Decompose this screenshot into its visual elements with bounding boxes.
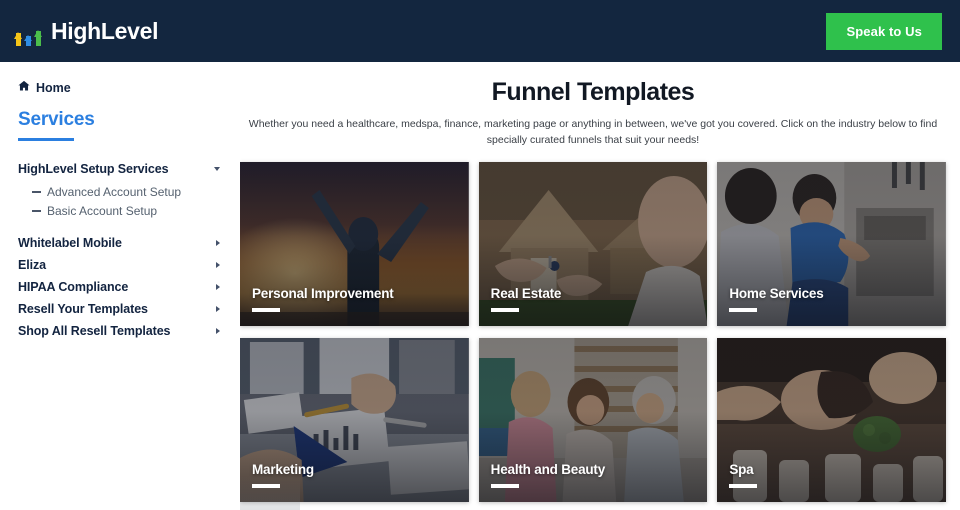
template-card-personal-improvement[interactable]: Personal Improvement xyxy=(240,161,469,326)
card-caption: Home Services xyxy=(729,285,824,312)
sidebar-item-label: Shop All Resell Templates xyxy=(18,324,171,338)
sidebar-item-whitelabel-mobile[interactable]: Whitelabel Mobile xyxy=(18,232,224,254)
template-card-health-and-beauty[interactable]: Health and Beauty xyxy=(478,337,708,502)
brand-logo[interactable]: HighLevel xyxy=(14,13,159,46)
card-title: Real Estate xyxy=(490,285,562,301)
sidebar-subitem-label: Advanced Account Setup xyxy=(47,184,182,199)
chevron-right-icon[interactable] xyxy=(216,328,220,334)
dash-icon xyxy=(32,190,41,193)
sidebar-item-eliza[interactable]: Eliza xyxy=(18,254,224,276)
sidebar-subitem-label: Basic Account Setup xyxy=(47,203,158,218)
template-card-spa[interactable]: Spa xyxy=(717,337,946,502)
sidebar-item-resell-your-templates[interactable]: Resell Your Templates xyxy=(18,298,224,320)
card-caption: Marketing xyxy=(252,462,314,488)
page-body: Home Services HighLevel Setup Services A… xyxy=(0,62,960,510)
chevron-right-icon[interactable] xyxy=(216,240,220,246)
card-underline xyxy=(490,307,519,312)
chevron-right-icon[interactable] xyxy=(216,284,220,290)
brand-name: HighLevel xyxy=(51,17,159,44)
sidebar-item-label: Resell Your Templates xyxy=(18,302,148,316)
breadcrumb-home-label: Home xyxy=(36,80,71,95)
page-title: Funnel Templates xyxy=(491,78,695,106)
sidebar-item-highlevel-setup-services[interactable]: HighLevel Setup Services xyxy=(18,158,224,180)
sidebar: Home Services HighLevel Setup Services A… xyxy=(0,62,240,510)
site-header: HighLevel Speak to Us xyxy=(0,0,960,62)
chevron-right-icon[interactable] xyxy=(216,306,220,312)
card-underline xyxy=(252,483,280,488)
card-title: Spa xyxy=(729,461,754,477)
chevron-down-icon[interactable] xyxy=(214,167,220,171)
chevron-right-icon[interactable] xyxy=(216,262,220,268)
sidebar-subnav-highlevel-setup-services: Advanced Account Setup Basic Account Set… xyxy=(18,182,224,220)
card-underline xyxy=(252,307,280,312)
card-underline xyxy=(729,483,758,488)
sidebar-section-title: Services xyxy=(18,109,95,130)
template-card-grid: Personal Improvement Real Estate Home Se… xyxy=(240,161,946,502)
sidebar-item-label: HIPAA Compliance xyxy=(18,280,129,294)
sidebar-title-underline xyxy=(18,138,74,141)
sidebar-item-label: HighLevel Setup Services xyxy=(18,162,169,176)
sidebar-subitem-advanced-account-setup[interactable]: Advanced Account Setup xyxy=(18,182,224,201)
house-icon xyxy=(18,80,30,95)
sidebar-item-label: Eliza xyxy=(18,258,46,272)
card-caption: Health and Beauty xyxy=(490,461,606,488)
sidebar-item-label: Whitelabel Mobile xyxy=(18,236,122,250)
breadcrumb-home[interactable]: Home xyxy=(18,80,224,95)
three-up-arrows-icon xyxy=(14,13,42,46)
card-caption: Personal Improvement xyxy=(252,286,394,312)
template-card-real-estate[interactable]: Real Estate xyxy=(478,161,708,326)
card-title: Home Services xyxy=(729,285,824,301)
card-title: Personal Improvement xyxy=(252,285,394,301)
sidebar-item-hipaa-compliance[interactable]: HIPAA Compliance xyxy=(18,276,224,298)
card-caption: Spa xyxy=(729,461,758,488)
page-subtitle: Whether you need a healthcare, medspa, f… xyxy=(248,118,938,147)
card-underline xyxy=(490,483,519,488)
card-title: Marketing xyxy=(252,461,314,477)
speak-to-us-button[interactable]: Speak to Us xyxy=(826,12,942,50)
main-content: Funnel Templates Whether you need a heal… xyxy=(240,62,960,510)
card-underline xyxy=(729,307,758,312)
card-title: Health and Beauty xyxy=(490,461,606,477)
template-card-home-services[interactable]: Home Services xyxy=(717,161,946,326)
sidebar-item-shop-all-resell-templates[interactable]: Shop All Resell Templates xyxy=(18,320,224,342)
dash-icon xyxy=(32,209,41,212)
sidebar-subitem-basic-account-setup[interactable]: Basic Account Setup xyxy=(18,201,224,220)
card-caption: Real Estate xyxy=(490,285,562,312)
template-card-marketing[interactable]: Marketing xyxy=(240,337,469,502)
